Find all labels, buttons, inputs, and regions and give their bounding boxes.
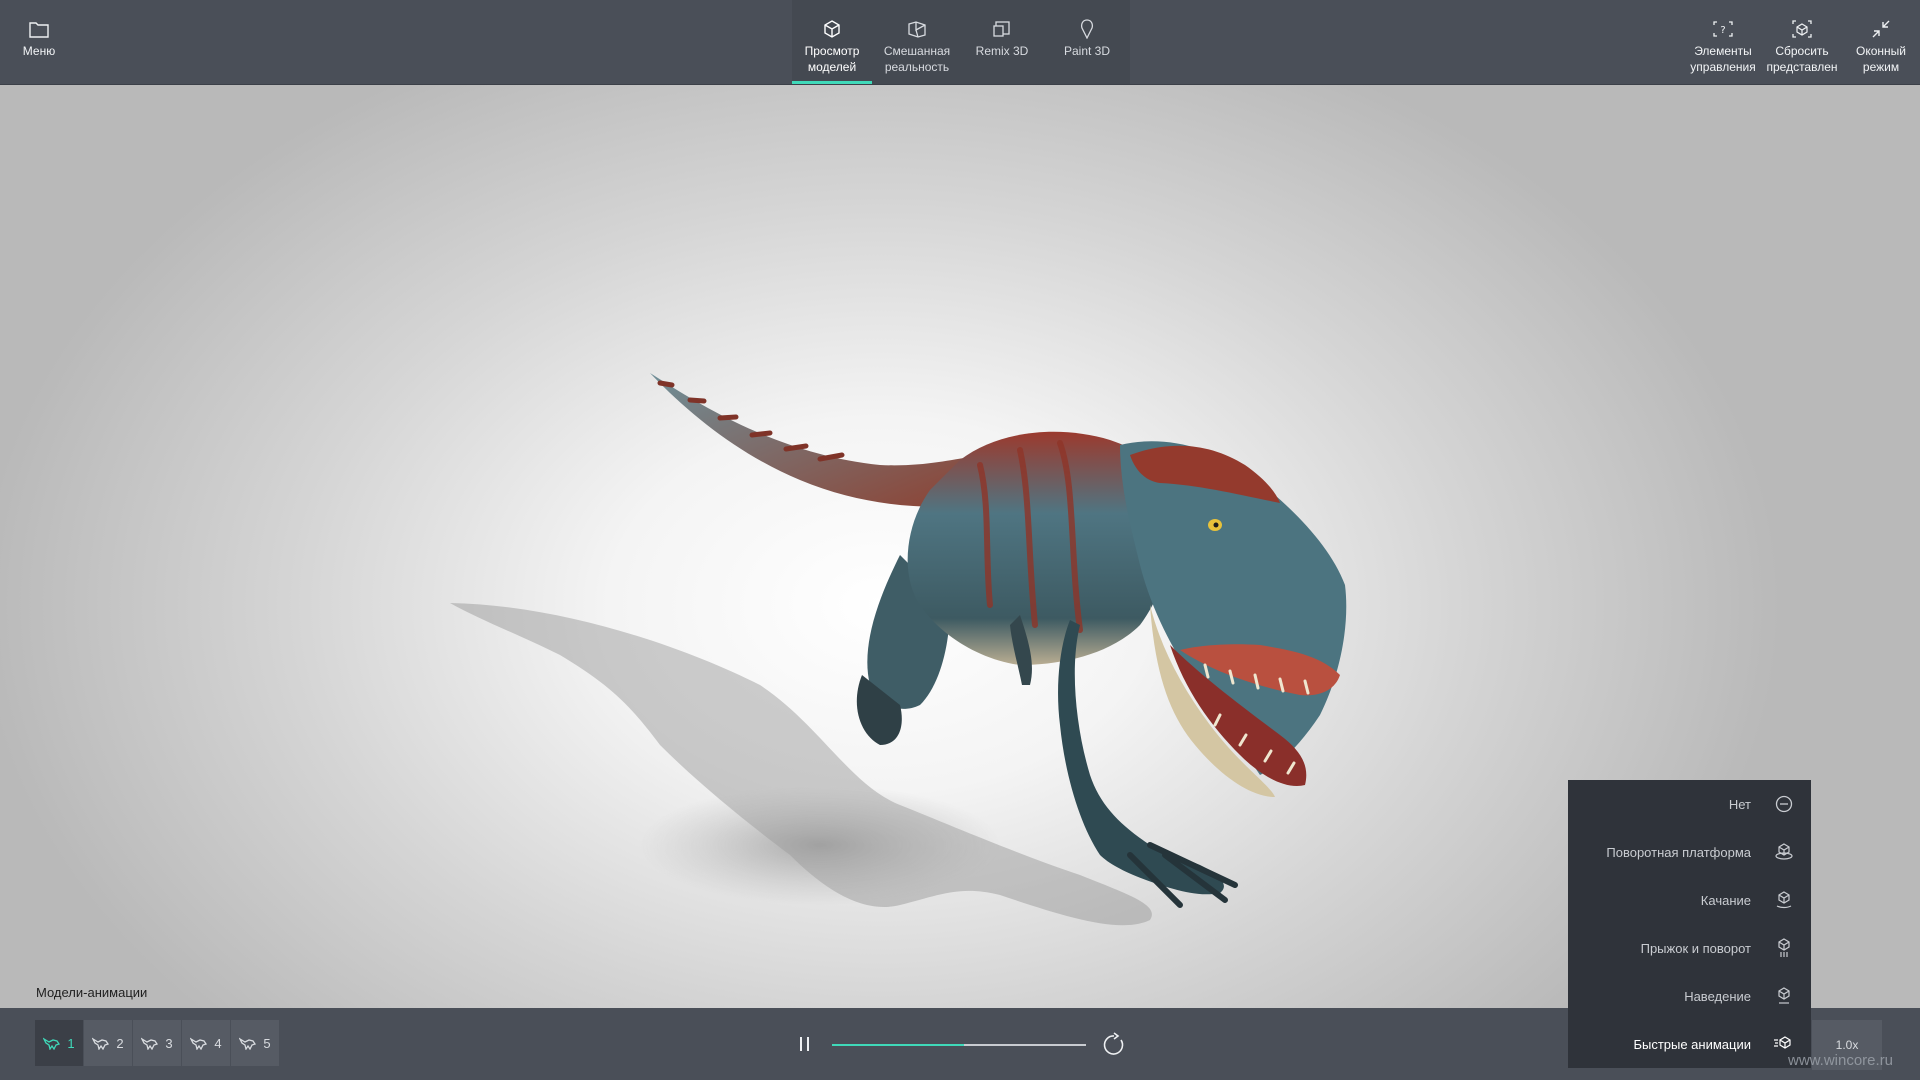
- tab-label: Paint 3D: [1063, 44, 1111, 58]
- quick-animation-none[interactable]: Нет: [1568, 780, 1811, 828]
- chip-label: 5: [263, 1035, 271, 1051]
- dinosaur-icon: [190, 1037, 208, 1050]
- dinosaur-icon: [92, 1037, 110, 1050]
- quick-animation-wobble[interactable]: Качание: [1568, 876, 1811, 924]
- playback-timeline[interactable]: [832, 1044, 1086, 1046]
- chip-label: 4: [214, 1035, 222, 1051]
- quick-animation-quick-animations[interactable]: Быстрые анимации: [1568, 1020, 1811, 1068]
- quick-animation-turntable[interactable]: Поворотная платформа: [1568, 828, 1811, 876]
- reset-view-button[interactable]: Сбросить представлен: [1764, 0, 1840, 84]
- animation-chip-5[interactable]: 5: [231, 1020, 279, 1066]
- dinosaur-icon: [43, 1037, 61, 1050]
- menu-label: Меню: [22, 44, 56, 58]
- option-label: Поворотная платформа: [1606, 844, 1751, 860]
- top-toolbar: Меню Просмотр моделей Смешанная реальнос…: [0, 0, 1920, 85]
- timeline-progress: [832, 1044, 965, 1046]
- option-label: Качание: [1700, 892, 1751, 908]
- wobble-icon: [1773, 889, 1795, 911]
- turntable-icon: [1773, 841, 1795, 863]
- quick-animation-jump-spin[interactable]: Прыжок и поворот: [1568, 924, 1811, 972]
- dinosaur-icon: [239, 1037, 257, 1050]
- chip-label: 3: [165, 1035, 173, 1051]
- pause-icon: [800, 1037, 809, 1051]
- replay-button[interactable]: [1101, 1032, 1127, 1058]
- folder-icon: [28, 18, 50, 40]
- tab-mixed-reality[interactable]: Смешанная реальность: [877, 0, 957, 84]
- tab-remix3d[interactable]: Remix 3D: [962, 0, 1042, 84]
- option-label: Наведение: [1684, 988, 1751, 1004]
- button-label: Сбросить представлен: [1766, 44, 1838, 74]
- tab-label: Просмотр моделей: [804, 44, 860, 74]
- option-label: Прыжок и поворот: [1640, 940, 1751, 956]
- mixed-reality-icon: [906, 18, 928, 40]
- jump-spin-icon: [1773, 937, 1795, 959]
- remix3d-icon: [991, 18, 1013, 40]
- cube-icon: [821, 18, 843, 40]
- tab-paint3d[interactable]: Paint 3D: [1047, 0, 1127, 84]
- animation-chip-1[interactable]: 1: [35, 1020, 83, 1066]
- replay-icon: [1103, 1032, 1124, 1055]
- tab-label: Смешанная реальность: [883, 44, 951, 74]
- button-label: Элементы управления: [1690, 44, 1756, 74]
- animation-chip-3[interactable]: 3: [133, 1020, 181, 1066]
- controls-help-icon: ?: [1712, 18, 1734, 40]
- paint3d-icon: [1076, 18, 1098, 40]
- animation-chip-2[interactable]: 2: [84, 1020, 132, 1066]
- reset-view-icon: [1791, 18, 1813, 40]
- svg-text:?: ?: [1720, 25, 1725, 36]
- tab-label: Remix 3D: [975, 44, 1029, 58]
- dinosaur-icon: [141, 1037, 159, 1050]
- tab-model-view[interactable]: Просмотр моделей: [792, 0, 872, 84]
- option-label: Нет: [1728, 796, 1751, 812]
- option-label: Быстрые анимации: [1633, 1036, 1751, 1052]
- animation-chip-4[interactable]: 4: [182, 1020, 230, 1066]
- minus-circle-icon: [1773, 793, 1795, 815]
- pause-button[interactable]: [795, 1034, 815, 1054]
- quick-animations-flyout: Нет Поворотная платформа Качание Прыжок …: [1568, 780, 1811, 1068]
- mode-tabs: Просмотр моделей Смешанная реальность Re…: [792, 0, 1130, 84]
- hover-icon: [1773, 985, 1795, 1007]
- animations-section-label: Модели-анимации: [36, 985, 148, 1000]
- chip-label: 2: [116, 1035, 124, 1051]
- menu-button[interactable]: Меню: [18, 0, 60, 84]
- chip-label: 1: [67, 1035, 75, 1051]
- button-label: Оконный режим: [1856, 44, 1906, 74]
- window-mode-button[interactable]: Оконный режим: [1846, 0, 1916, 84]
- controls-help-button[interactable]: ? Элементы управления: [1688, 0, 1758, 84]
- watermark-text: www.wincore.ru: [1788, 1052, 1894, 1069]
- quick-animation-hover[interactable]: Наведение: [1568, 972, 1811, 1020]
- window-mode-icon: [1870, 18, 1892, 40]
